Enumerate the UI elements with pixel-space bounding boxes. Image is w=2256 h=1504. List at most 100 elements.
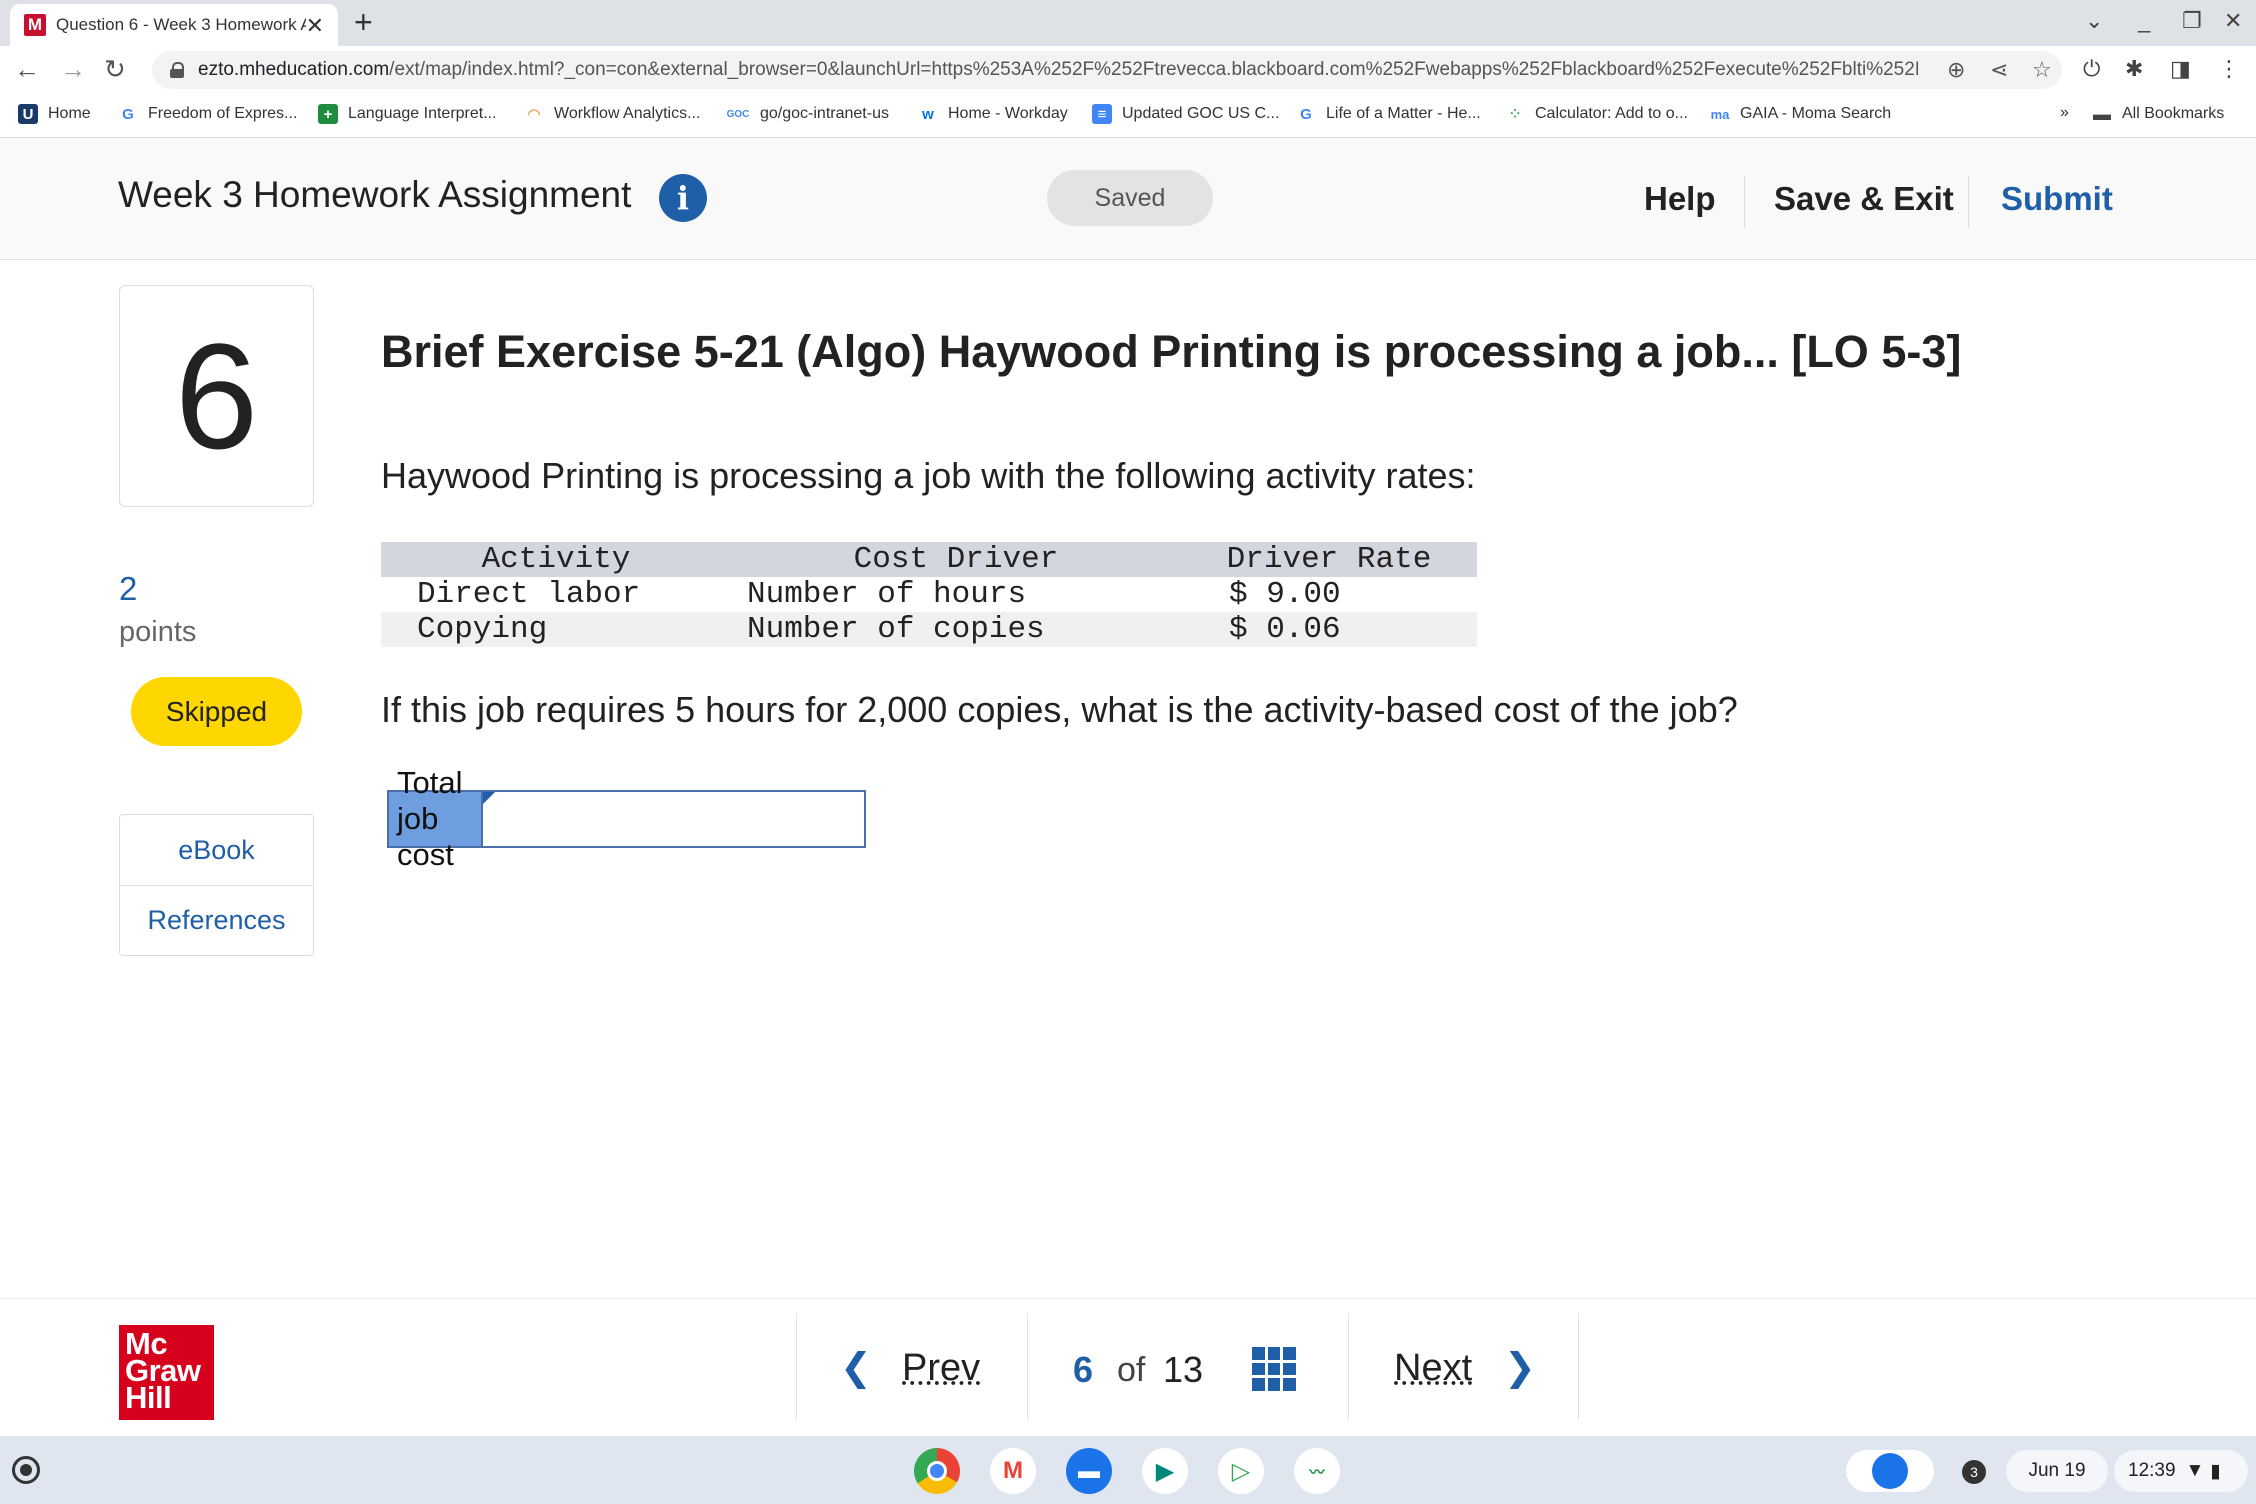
submit-button[interactable]: Submit: [2001, 180, 2113, 218]
question-title: Brief Exercise 5-21 (Algo) Haywood Print…: [381, 326, 1962, 377]
header-divider: [1968, 176, 1969, 228]
bookmark-label: Workflow Analytics...: [554, 105, 701, 122]
bookmark-goc-intranet[interactable]: GOC go/goc-intranet-us: [726, 104, 889, 124]
bookmark-label: All Bookmarks: [2122, 105, 2225, 122]
references-link[interactable]: References: [120, 885, 313, 955]
browser-tab-bar: M Question 6 - Week 3 Homework A ✕ + ⌄ _…: [0, 0, 2256, 46]
play-store-icon[interactable]: ▷: [1218, 1448, 1264, 1494]
header-divider: [1744, 176, 1745, 228]
notification-count-badge[interactable]: 3: [1962, 1460, 1986, 1484]
mcgraw-hill-logo: Mc Graw Hill: [119, 1325, 214, 1420]
bookmark-home[interactable]: U Home: [18, 104, 91, 124]
browser-tab[interactable]: M Question 6 - Week 3 Homework A ✕: [10, 4, 338, 46]
bookmark-label: Calculator: Add to o...: [1535, 105, 1688, 122]
restore-window-button[interactable]: ❐: [2182, 8, 2202, 34]
tab-title: Question 6 - Week 3 Homework A: [56, 15, 306, 34]
docs-icon: ≡: [1092, 104, 1112, 124]
driver-rate-cell: $ 9.00: [1229, 577, 1341, 612]
chevron-left-icon[interactable]: ❮: [840, 1345, 872, 1390]
close-tab-icon[interactable]: ✕: [306, 13, 324, 39]
bookmark-workflow[interactable]: ◠ Workflow Analytics...: [524, 104, 700, 124]
skipped-status-badge: Skipped: [131, 677, 302, 746]
side-panel-icon[interactable]: ◨: [2170, 56, 2191, 82]
bookmark-language[interactable]: + Language Interpret...: [318, 104, 497, 124]
saved-status-badge: Saved: [1047, 170, 1213, 226]
analytics-app-icon[interactable]: 〰: [1294, 1448, 1340, 1494]
extensions-puzzle-icon[interactable]: ✱: [2125, 56, 2143, 82]
total-job-cost-input[interactable]: [483, 792, 864, 846]
question-grid-icon[interactable]: [1252, 1347, 1296, 1391]
lock-icon: [170, 62, 184, 78]
save-exit-button[interactable]: Save & Exit: [1774, 180, 1954, 218]
resource-links: eBook References: [119, 814, 314, 956]
url-text: ezto.mheducation.com/ext/map/index.html?…: [198, 59, 1918, 80]
tote-icon[interactable]: [1846, 1450, 1934, 1492]
share-icon[interactable]: ⋖: [1990, 57, 2008, 83]
activity-cell: Copying: [381, 612, 731, 647]
battery-icon: ▮: [2210, 1460, 2221, 1482]
extension-timer-icon[interactable]: ⏻: [2083, 56, 2100, 82]
forward-arrow-icon[interactable]: →: [60, 54, 86, 85]
folder-icon: ▬: [2093, 103, 2111, 124]
reload-icon[interactable]: ↻: [104, 54, 126, 85]
all-bookmarks-folder[interactable]: ▬ All Bookmarks: [2092, 104, 2224, 124]
calculator-icon: ⁘: [1509, 107, 1521, 121]
cost-driver-cell: Number of hours: [747, 577, 1027, 612]
points-label: points: [119, 616, 197, 648]
chrome-icon[interactable]: [914, 1448, 960, 1494]
minimize-window-button[interactable]: _: [2138, 8, 2150, 34]
date-display[interactable]: Jun 19: [2006, 1450, 2108, 1492]
zoom-icon[interactable]: ⊕: [1947, 57, 1965, 83]
more-bookmarks-button[interactable]: »: [2060, 104, 2069, 122]
address-bar[interactable]: ezto.mheducation.com/ext/map/index.html?…: [152, 51, 2062, 89]
table-row: Direct labor Number of hours $ 9.00: [381, 577, 1477, 612]
footer-divider: [796, 1313, 797, 1419]
chevron-right-icon[interactable]: ❯: [1504, 1345, 1536, 1390]
system-tray[interactable]: 12:39 ▼ ▮: [2114, 1450, 2248, 1492]
workday-icon: w: [922, 105, 934, 123]
meet-icon[interactable]: ▶: [1142, 1448, 1188, 1494]
files-icon[interactable]: ▬: [1066, 1448, 1112, 1494]
bookmark-label: Home - Workday: [948, 105, 1068, 122]
bookmark-label: go/goc-intranet-us: [760, 105, 889, 122]
column-header-activity: Activity: [381, 542, 731, 577]
close-window-button[interactable]: ✕: [2224, 8, 2242, 34]
u-icon: U: [18, 104, 38, 124]
points-value: 2: [119, 570, 138, 607]
assignment-title: Week 3 Homework Assignment: [118, 174, 632, 215]
bookmark-life-of-a-matter[interactable]: G Life of a Matter - He...: [1296, 104, 1481, 124]
ebook-link[interactable]: eBook: [120, 815, 313, 885]
browser-menu-icon[interactable]: ⋮: [2218, 56, 2240, 82]
bookmark-label: Life of a Matter - He...: [1326, 105, 1481, 122]
footer-divider: [1578, 1313, 1579, 1419]
bookmark-star-icon[interactable]: ☆: [2032, 57, 2052, 83]
back-arrow-icon[interactable]: ←: [14, 54, 40, 85]
clock-time: 12:39: [2128, 1460, 2176, 1481]
launcher-icon[interactable]: [12, 1456, 40, 1484]
bookmarks-bar: U Home G Freedom of Expres... + Language…: [0, 94, 2256, 138]
gmail-icon[interactable]: M: [990, 1448, 1036, 1494]
prev-button[interactable]: Prev: [902, 1347, 980, 1390]
next-button[interactable]: Next: [1394, 1347, 1472, 1390]
bookmark-calculator[interactable]: ⁘ Calculator: Add to o...: [1505, 104, 1688, 124]
moma-icon: ma: [1710, 106, 1730, 122]
wifi-icon: ▼: [2185, 1460, 2205, 1481]
info-icon[interactable]: i: [659, 174, 707, 222]
question-prompt: If this job requires 5 hours for 2,000 c…: [381, 689, 1738, 730]
goc-icon: GOC: [726, 108, 750, 120]
google-icon: G: [1300, 105, 1312, 123]
bookmark-goc-updated[interactable]: ≡ Updated GOC US C...: [1092, 104, 1279, 124]
tab-search-chevron-icon[interactable]: ⌄: [2085, 8, 2103, 34]
bookmark-label: Language Interpret...: [348, 105, 497, 122]
question-navigation-footer: Mc Graw Hill ❮ Prev 6 of 13 Next ❯: [0, 1298, 2256, 1436]
bookmark-label: Home: [48, 105, 91, 122]
bookmark-freedom[interactable]: G Freedom of Expres...: [118, 104, 297, 124]
new-tab-button[interactable]: +: [354, 4, 373, 41]
bookmark-gaia[interactable]: ma GAIA - Moma Search: [1710, 104, 1892, 124]
current-page-number: 6: [1073, 1349, 1094, 1390]
table-row: Copying Number of copies $ 0.06: [381, 612, 1477, 647]
page-of-label: of: [1117, 1351, 1146, 1389]
help-button[interactable]: Help: [1644, 180, 1716, 218]
bookmark-workday[interactable]: w Home - Workday: [918, 104, 1068, 124]
driver-rate-cell: $ 0.06: [1181, 612, 1477, 647]
